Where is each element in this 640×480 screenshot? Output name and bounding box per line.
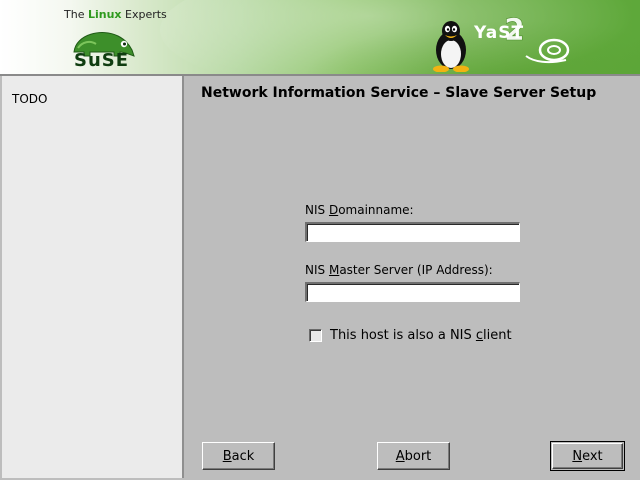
- svg-text:YaST: YaST: [473, 23, 524, 43]
- page-title: Network Information Service – Slave Serv…: [201, 85, 597, 101]
- domainname-label: NIS Domainname:: [305, 203, 414, 217]
- domainname-input[interactable]: [305, 222, 520, 242]
- nis-client-checkbox[interactable]: [309, 329, 322, 342]
- suse-wordmark: SuSE: [74, 50, 130, 71]
- back-button[interactable]: Back: [202, 442, 275, 470]
- master-server-input[interactable]: [305, 282, 520, 302]
- tux-penguin-icon: [433, 21, 469, 72]
- help-panel: TODO: [2, 76, 184, 478]
- header-banner: The Linux Experts SuSE 2 YaST: [0, 0, 640, 74]
- abort-button[interactable]: Abort: [377, 442, 450, 470]
- suse-tagline: The Linux Experts: [64, 8, 167, 21]
- nis-client-label[interactable]: This host is also a NIS client: [330, 328, 512, 343]
- main-content: Network Information Service – Slave Serv…: [186, 76, 640, 480]
- help-text: TODO: [12, 92, 48, 106]
- next-button[interactable]: Next: [550, 441, 625, 471]
- yast-logo-icon: 2 YaST: [473, 13, 570, 64]
- master-server-label: NIS Master Server (IP Address):: [305, 263, 493, 277]
